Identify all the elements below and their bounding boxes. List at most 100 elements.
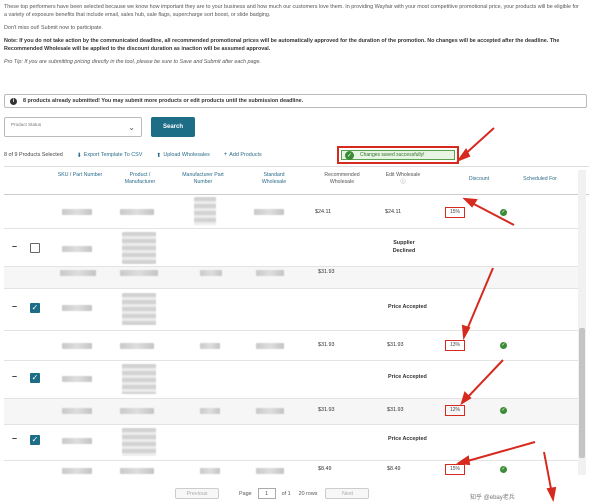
sku-redacted — [62, 246, 92, 252]
standard-redacted — [256, 343, 284, 349]
col-discount[interactable]: Discount — [459, 176, 499, 183]
product-redacted — [122, 428, 156, 456]
submission-banner: i 8 products already submitted! You may … — [4, 94, 587, 108]
intro-paragraph: These top performers have been selected … — [4, 4, 579, 18]
collapse-icon[interactable]: – — [12, 301, 17, 311]
table-row: $31.93 $31.93 12% ✓ — [4, 399, 579, 425]
add-label: Add Products — [229, 152, 262, 158]
standard-redacted — [256, 468, 284, 474]
col-product[interactable]: Product / Manufacturer — [114, 172, 166, 186]
sku-redacted — [62, 305, 92, 311]
check-circle-icon: ✓ — [500, 466, 507, 473]
search-button[interactable]: Search — [151, 117, 195, 137]
recommended-wholesale: $8.49 — [318, 466, 332, 472]
row-checkbox[interactable] — [30, 243, 40, 253]
rows-per-page-select[interactable]: 20 rows — [299, 491, 318, 497]
previous-button[interactable]: Previous — [175, 488, 219, 499]
upload-label: Upload Wholesales — [163, 152, 210, 158]
row-status: Supplier Declined — [392, 240, 416, 254]
export-label: Export Template To CSV — [83, 152, 143, 158]
toast-text: Changes saved successfully! — [360, 152, 425, 158]
products-table: SKU / Part Number Product / Manufacturer… — [4, 166, 589, 482]
sku-redacted — [60, 270, 96, 276]
group-row: – ✓ Price Accepted — [4, 425, 579, 461]
mfr-redacted — [200, 343, 220, 349]
col-mfr-part[interactable]: Manufacturer Part Number — [178, 172, 228, 186]
product-redacted — [120, 270, 158, 276]
col-standard[interactable]: Standard Wholesale — [252, 172, 296, 186]
deadline-note: Note: If you do not take action by the c… — [4, 38, 560, 52]
page-total: of 1 — [281, 490, 291, 497]
sku-redacted — [62, 376, 92, 382]
discount-value: 15% — [445, 207, 465, 218]
row-status: Price Accepted — [388, 304, 427, 310]
product-redacted — [120, 408, 154, 414]
watermark: 知乎 @ebay老兵 — [470, 495, 515, 501]
edit-wholesale[interactable]: $31.93 — [387, 407, 404, 413]
group-row: – ✓ Price Accepted — [4, 361, 579, 399]
next-button[interactable]: Next — [325, 488, 370, 499]
discount-value: 13% — [445, 340, 465, 351]
image-redacted — [194, 197, 216, 225]
row-checkbox[interactable]: ✓ — [30, 373, 40, 383]
check-circle-icon: ✓ — [500, 342, 507, 349]
table-row: $31.93 — [4, 267, 579, 289]
intro-text: These top performers have been selected … — [4, 3, 582, 71]
col-scheduled[interactable]: Scheduled For — [516, 176, 564, 183]
product-status-select[interactable]: Product Status ⌄ — [4, 117, 142, 137]
col-recommended: Recommended Wholesale — [324, 172, 360, 185]
intro-cta: Don't miss out! Submit now to participat… — [4, 25, 104, 31]
product-redacted — [120, 209, 154, 215]
recommended-wholesale: $31.93 — [318, 342, 335, 348]
upload-wholesales-link[interactable]: ⬆ Upload Wholesales — [156, 152, 209, 159]
collapse-icon[interactable]: – — [12, 433, 17, 443]
check-circle-icon: ✓ — [345, 150, 354, 160]
edit-wholesale[interactable]: $8.49 — [387, 466, 401, 472]
table-row: $24.11 $24.11 15% ✓ — [4, 195, 579, 229]
standard-redacted — [254, 209, 284, 215]
discount-value: 15% — [445, 464, 465, 475]
upload-icon: ⬆ — [156, 152, 162, 159]
recommended-wholesale: $31.93 — [318, 269, 335, 275]
mfr-redacted — [200, 270, 222, 276]
export-csv-link[interactable]: ⬇ Export Template To CSV — [77, 152, 143, 159]
group-row: – ✓ Price Accepted — [4, 289, 579, 331]
check-circle-icon: ✓ — [500, 209, 507, 216]
arrowhead — [546, 486, 557, 502]
collapse-icon[interactable]: – — [12, 241, 17, 251]
download-icon: ⬇ — [76, 152, 82, 159]
add-products-link[interactable]: + Add Products — [224, 152, 262, 158]
banner-text: 8 products already submitted! You may su… — [23, 98, 304, 104]
group-row: – Supplier Declined — [4, 229, 579, 267]
product-redacted — [120, 468, 154, 474]
table-header: SKU / Part Number Product / Manufacturer… — [4, 167, 589, 195]
row-status: Price Accepted — [388, 436, 427, 442]
recommended-wholesale: $31.93 — [318, 407, 335, 413]
table-row: $8.49 $8.49 15% ✓ — [4, 461, 579, 482]
scrollbar-thumb[interactable] — [579, 328, 585, 458]
page-input[interactable]: 1 — [257, 488, 276, 499]
product-redacted — [122, 364, 156, 394]
table-toolbar: 8 of 9 Products Selected ⬇ Export Templat… — [4, 150, 589, 160]
sku-redacted — [62, 438, 92, 444]
row-checkbox[interactable]: ✓ — [30, 303, 40, 313]
info-icon: i — [10, 97, 17, 105]
row-status: Price Accepted — [388, 374, 427, 380]
table-scrollbar[interactable] — [578, 170, 586, 475]
edit-wholesale[interactable]: $24.11 — [385, 209, 401, 215]
success-toast: ✓ Changes saved successfully! — [337, 146, 459, 164]
row-checkbox[interactable]: ✓ — [30, 435, 40, 445]
col-edit-label: Edit Wholesale — [385, 172, 421, 178]
standard-redacted — [256, 270, 284, 276]
pagination: Previous Page 1 of 1 20 rows Next — [175, 487, 415, 500]
col-sku[interactable]: SKU / Part Number — [56, 172, 104, 179]
sku-redacted — [62, 408, 92, 414]
chevron-down-icon: ⌄ — [128, 123, 135, 132]
edit-wholesale[interactable]: $31.93 — [387, 342, 404, 348]
pro-tip: Pro Tip: If you are submitting pricing d… — [4, 59, 262, 65]
table-row: $31.93 $31.93 13% ✓ — [4, 331, 579, 361]
product-redacted — [120, 343, 154, 349]
product-redacted — [122, 232, 156, 264]
plus-icon: + — [223, 152, 228, 158]
collapse-icon[interactable]: – — [12, 371, 17, 381]
